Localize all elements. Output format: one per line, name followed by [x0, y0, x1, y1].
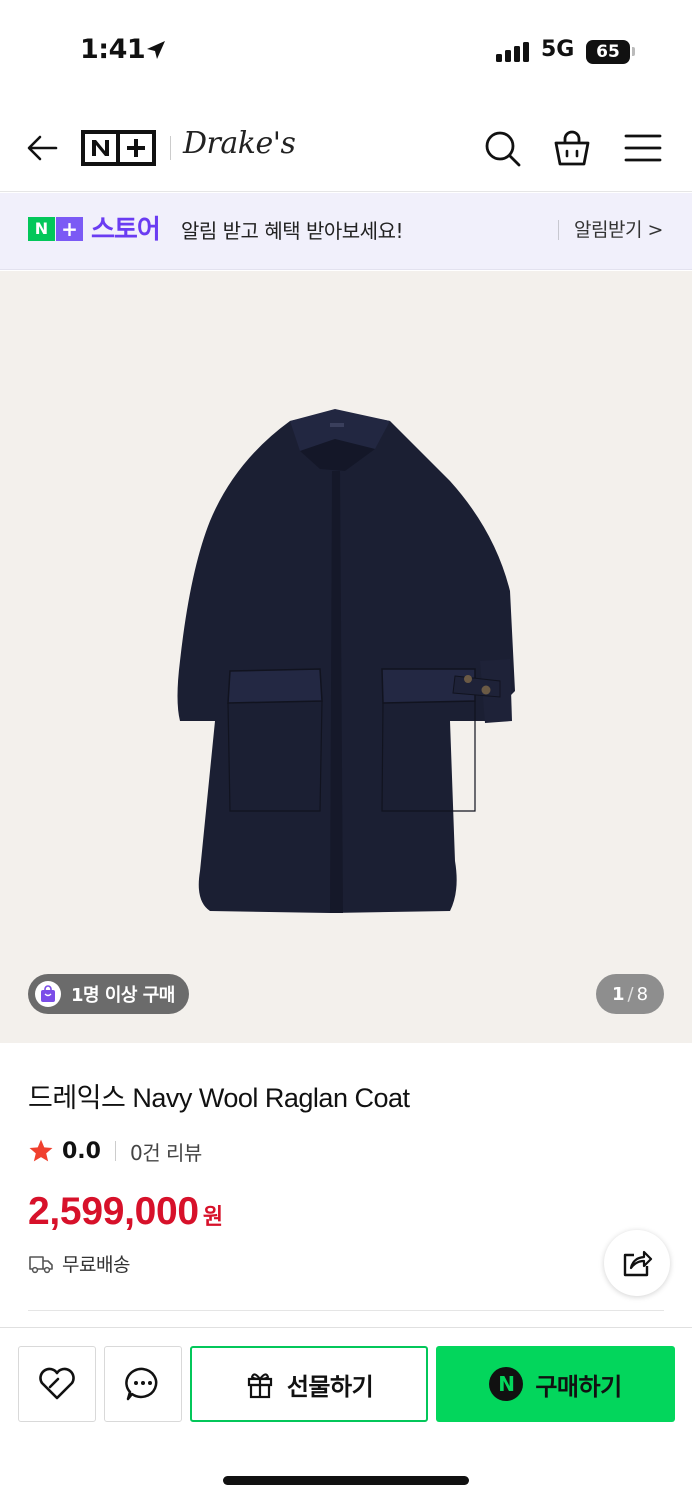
price-value: 2,599,000 — [28, 1190, 199, 1233]
network-type: 5G — [541, 37, 575, 62]
product-title: 드레익스 Navy Wool Raglan Coat — [28, 1083, 410, 1113]
share-icon — [623, 1250, 653, 1277]
info-divider — [28, 1310, 664, 1311]
wishlist-button[interactable] — [18, 1346, 96, 1422]
location-arrow-icon — [147, 41, 165, 59]
image-page-counter: 1 / 8 — [596, 974, 664, 1014]
current-page: 1 — [611, 983, 625, 1005]
truck-icon — [29, 1255, 53, 1273]
status-bar: 1:41 5G 65 — [0, 0, 692, 104]
purchase-count-text: 1명 이상 구매 — [71, 985, 175, 1006]
badge-n: N — [28, 217, 55, 241]
review-count[interactable]: 0건 리뷰 — [130, 1137, 202, 1166]
price-currency: 원 — [202, 1205, 224, 1230]
heart-icon — [39, 1367, 75, 1400]
purchase-bag-icon — [35, 981, 61, 1007]
rating-row[interactable]: 0.0 0건 리뷰 — [28, 1136, 202, 1166]
buy-button[interactable]: N 구매하기 — [436, 1346, 675, 1422]
badge-plus: + — [56, 217, 83, 241]
gift-label: 선물하기 — [286, 1372, 374, 1401]
product-image-carousel[interactable]: 1명 이상 구매 1 / 8 — [0, 271, 692, 1043]
status-time: 1:41 — [80, 34, 146, 65]
price-row: 2,599,000 원 — [28, 1190, 223, 1234]
header: Drake's — [0, 104, 692, 192]
logo-divider — [170, 136, 171, 160]
purchase-count-badge: 1명 이상 구매 — [28, 974, 189, 1014]
share-button[interactable] — [604, 1230, 670, 1296]
shipping-text: 무료배송 — [62, 1254, 130, 1276]
total-pages: 8 — [636, 983, 649, 1005]
npay-icon: N — [489, 1367, 524, 1401]
shopping-bag-icon[interactable] — [552, 128, 592, 168]
store-label: 스토어 — [91, 215, 161, 245]
chat-bubble-icon — [125, 1367, 158, 1401]
nplus-logo[interactable] — [81, 130, 156, 166]
page-separator: / — [627, 983, 634, 1005]
talk-button[interactable] — [104, 1346, 182, 1422]
nplus-logo-mark — [81, 130, 156, 166]
menu-icon[interactable] — [623, 128, 663, 168]
buy-label: 구매하기 — [535, 1372, 622, 1401]
battery-tip — [632, 47, 635, 56]
star-icon — [29, 1139, 53, 1162]
home-indicator[interactable] — [223, 1476, 469, 1485]
notification-banner[interactable]: N + 스토어 알림 받고 혜택 받아보세요! 알림받기 > — [0, 193, 692, 270]
gift-icon — [247, 1373, 272, 1399]
rating-value: 0.0 — [62, 1138, 101, 1164]
gift-button[interactable]: 선물하기 — [190, 1346, 428, 1422]
rating-divider — [114, 1141, 116, 1161]
search-icon[interactable] — [482, 128, 522, 168]
brand-logo[interactable]: Drake's — [183, 126, 296, 161]
subscribe-alert-link[interactable]: 알림받기 > — [574, 215, 663, 242]
battery-icon: 65 — [586, 40, 630, 64]
notice-message: 알림 받고 혜택 받아보세요! — [181, 219, 404, 243]
signal-icon — [496, 42, 532, 62]
notice-divider — [558, 220, 559, 240]
bottom-action-bar: 선물하기 N 구매하기 — [0, 1327, 692, 1500]
product-photo-coat — [177, 409, 515, 913]
nplus-store-badge: N + — [28, 217, 83, 241]
back-arrow-icon[interactable] — [24, 130, 60, 166]
shipping-row: 무료배송 — [28, 1250, 130, 1277]
